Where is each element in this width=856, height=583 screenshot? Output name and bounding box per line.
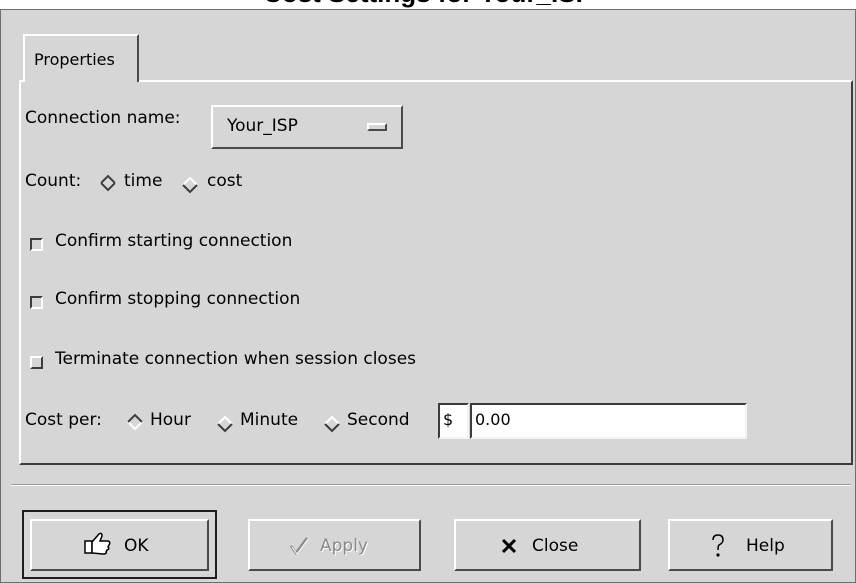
help-button[interactable]: Help xyxy=(668,519,833,571)
currency-value: $ xyxy=(443,410,454,429)
apply-label: Apply xyxy=(320,536,368,556)
cost-per-minute-radio[interactable] xyxy=(216,415,234,433)
count-cost-radio[interactable] xyxy=(181,176,199,194)
close-label: Close xyxy=(532,536,579,556)
cost-per-hour-label[interactable]: Hour xyxy=(150,410,191,430)
terminate-checkbox[interactable] xyxy=(30,356,43,369)
currency-field[interactable]: $ xyxy=(438,403,469,439)
apply-button[interactable]: Apply xyxy=(248,519,421,571)
settings-dialog: Properties Connection name: Your_ISP Cou… xyxy=(0,9,856,583)
terminate-label[interactable]: Terminate connection when session closes xyxy=(55,349,416,369)
window-title: Cost Settings for Your_ISP xyxy=(0,0,856,9)
connection-name-value: Your_ISP xyxy=(227,116,298,136)
cost-per-minute-label[interactable]: Minute xyxy=(240,410,298,430)
cost-value-field[interactable]: 0.00 xyxy=(470,403,747,439)
question-icon xyxy=(712,534,724,557)
count-time-radio[interactable] xyxy=(99,174,117,192)
cost-per-second-label[interactable]: Second xyxy=(347,410,410,430)
count-label: Count: xyxy=(25,171,82,191)
cost-per-second-radio[interactable] xyxy=(323,415,341,433)
tab-properties-label: Properties xyxy=(34,50,115,69)
tab-properties[interactable]: Properties xyxy=(23,34,139,82)
connection-name-label: Connection name: xyxy=(25,108,181,128)
count-cost-label[interactable]: cost xyxy=(207,171,242,191)
confirm-start-checkbox[interactable] xyxy=(30,238,43,251)
confirm-stop-checkbox[interactable] xyxy=(30,296,43,309)
option-menu-indicator-icon xyxy=(367,123,387,131)
x-close-icon xyxy=(501,538,517,554)
ok-default-frame: OK xyxy=(22,510,217,579)
count-time-label[interactable]: time xyxy=(124,171,162,191)
confirm-start-label[interactable]: Confirm starting connection xyxy=(55,231,292,251)
ok-label: OK xyxy=(124,536,149,556)
connection-name-option-menu[interactable]: Your_ISP xyxy=(211,105,403,149)
button-separator xyxy=(11,484,851,486)
ok-hand-icon xyxy=(84,532,111,555)
cost-per-label: Cost per: xyxy=(25,410,102,430)
cost-value: 0.00 xyxy=(475,410,511,429)
ok-button[interactable]: OK xyxy=(30,519,209,571)
checkmark-icon xyxy=(289,537,309,556)
cost-per-hour-radio[interactable] xyxy=(126,413,144,431)
confirm-stop-label[interactable]: Confirm stopping connection xyxy=(55,289,300,309)
close-button[interactable]: Close xyxy=(454,519,641,571)
help-label: Help xyxy=(746,536,785,556)
